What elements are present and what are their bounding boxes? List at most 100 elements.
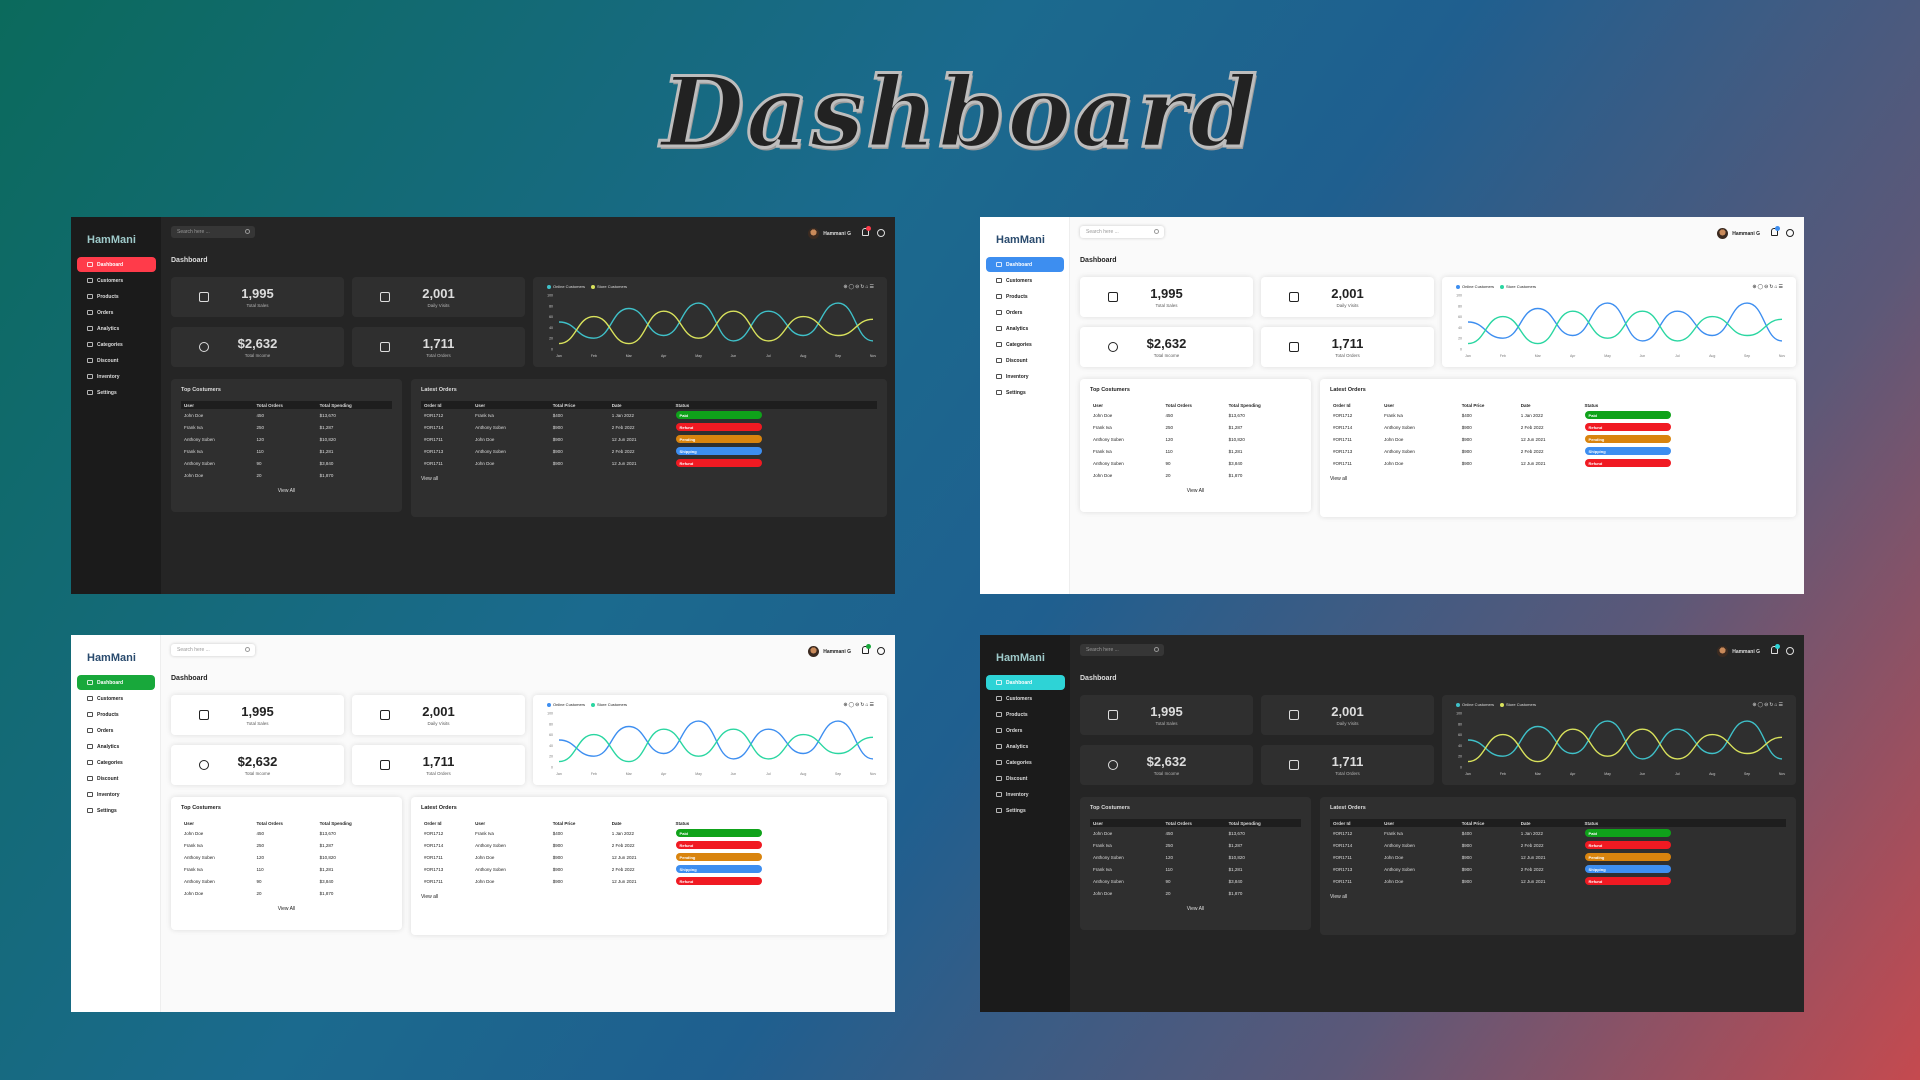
nav-item-inventory[interactable]: Inventory bbox=[986, 787, 1065, 802]
nav-item-customers[interactable]: Customers bbox=[986, 691, 1065, 706]
column-header: Date bbox=[611, 402, 622, 408]
user-menu[interactable]: Hammani G bbox=[1717, 646, 1760, 657]
gear-icon[interactable] bbox=[877, 647, 885, 655]
status-badge: Refund bbox=[1584, 841, 1671, 849]
nav-item-inventory[interactable]: Inventory bbox=[77, 787, 155, 802]
search-input[interactable]: Search here ... bbox=[171, 226, 255, 238]
nav-item-discount[interactable]: Discount bbox=[77, 353, 156, 368]
user-menu[interactable]: Hammani G bbox=[1717, 228, 1760, 239]
x-tick-label: Feb bbox=[1500, 354, 1506, 358]
table-cell: $3,840 bbox=[319, 460, 334, 466]
table-cell: 250 bbox=[1165, 424, 1173, 430]
stat-label: Total Orders bbox=[426, 771, 451, 776]
stat-label: Total Income bbox=[1153, 771, 1180, 776]
table-cell: $1,281 bbox=[1228, 448, 1243, 454]
nav-item-dashboard[interactable]: Dashboard bbox=[986, 675, 1065, 690]
table-cell: John Doe bbox=[184, 472, 204, 478]
x-tick-label: Jan bbox=[1465, 354, 1471, 358]
nav-item-categories[interactable]: Categories bbox=[986, 337, 1064, 352]
nav-item-categories[interactable]: Categories bbox=[986, 755, 1065, 770]
stat-card: 2,001 Daily Visits bbox=[1261, 277, 1434, 317]
gear-icon[interactable] bbox=[1786, 647, 1794, 655]
user-menu[interactable]: Hammani G bbox=[808, 228, 851, 239]
nav-item-settings[interactable]: Settings bbox=[986, 385, 1064, 400]
table-cell: $1,287 bbox=[1228, 424, 1243, 430]
table-cell: 12 Jun 2021 bbox=[1520, 460, 1546, 466]
nav-item-discount[interactable]: Discount bbox=[77, 771, 155, 786]
table-cell: #OR1712 bbox=[424, 412, 444, 418]
nav-item-products[interactable]: Products bbox=[986, 707, 1065, 722]
view-all-link[interactable]: View All bbox=[181, 488, 392, 494]
nav-item-customers[interactable]: Customers bbox=[986, 273, 1064, 288]
nav-item-products[interactable]: Products bbox=[77, 707, 155, 722]
x-tick-label: Aug bbox=[800, 772, 806, 776]
user-menu[interactable]: Hammani G bbox=[808, 646, 851, 657]
nav-item-discount[interactable]: Discount bbox=[986, 771, 1065, 786]
view-all-link[interactable]: View all bbox=[421, 476, 877, 482]
view-all-link[interactable]: View all bbox=[1330, 894, 1786, 900]
nav-item-analytics[interactable]: Analytics bbox=[986, 321, 1064, 336]
nav-item-discount[interactable]: Discount bbox=[986, 353, 1064, 368]
categories-icon bbox=[87, 342, 93, 347]
nav-item-analytics[interactable]: Analytics bbox=[77, 321, 156, 336]
page-title: Dashboard bbox=[1080, 257, 1117, 264]
nav-item-orders[interactable]: Orders bbox=[77, 723, 155, 738]
nav-item-settings[interactable]: Settings bbox=[77, 803, 155, 818]
search-input[interactable]: Search here ... bbox=[171, 644, 255, 656]
nav-item-analytics[interactable]: Analytics bbox=[986, 739, 1065, 754]
status-badge: Refund bbox=[675, 841, 762, 849]
nav-item-dashboard[interactable]: Dashboard bbox=[986, 257, 1064, 272]
table-cell: #OR1714 bbox=[1333, 424, 1353, 430]
gear-icon[interactable] bbox=[877, 229, 885, 237]
nav-item-orders[interactable]: Orders bbox=[986, 723, 1065, 738]
column-header: Total Price bbox=[552, 402, 576, 408]
nav-item-orders[interactable]: Orders bbox=[986, 305, 1064, 320]
column-header: Total Spending bbox=[1228, 402, 1261, 408]
x-tick-label: Apr bbox=[661, 772, 667, 776]
view-all-link[interactable]: View all bbox=[1330, 476, 1786, 482]
nav-item-dashboard[interactable]: Dashboard bbox=[77, 675, 155, 690]
nav-item-settings[interactable]: Settings bbox=[77, 385, 156, 400]
topbar: Search here ... Hammani G bbox=[161, 635, 895, 659]
view-all-link[interactable]: View all bbox=[421, 894, 877, 900]
stat-value: 1,711 bbox=[422, 754, 455, 769]
x-tick-label: Jul bbox=[1675, 354, 1680, 358]
user-name: Hammani G bbox=[1732, 648, 1760, 655]
view-all-link[interactable]: View All bbox=[1090, 488, 1301, 494]
table-cell: Frank Iva bbox=[1093, 448, 1112, 454]
search-input[interactable]: Search here ... bbox=[1080, 226, 1164, 238]
nav-item-products[interactable]: Products bbox=[986, 289, 1064, 304]
table-row: Frank Iva 250 $1,287 bbox=[181, 421, 392, 433]
nav-item-customers[interactable]: Customers bbox=[77, 691, 155, 706]
table-cell: $900 bbox=[552, 448, 563, 454]
nav-item-products[interactable]: Products bbox=[77, 289, 156, 304]
table-cell: 1 Jan 2022 bbox=[611, 830, 635, 836]
gear-icon[interactable] bbox=[1786, 229, 1794, 237]
table-cell: Frank Iva bbox=[475, 830, 494, 836]
stat-label: Total Income bbox=[1153, 353, 1180, 358]
nav-item-inventory[interactable]: Inventory bbox=[986, 369, 1064, 384]
nav-item-dashboard[interactable]: Dashboard bbox=[77, 257, 156, 272]
nav-item-customers[interactable]: Customers bbox=[77, 273, 156, 288]
table-row: John Doe 450 $13,670 bbox=[1090, 409, 1301, 421]
nav-item-analytics[interactable]: Analytics bbox=[77, 739, 155, 754]
table-cell: Anthony Soben bbox=[1384, 842, 1415, 848]
table-cell: Anthony Soben bbox=[184, 436, 215, 442]
top-customers-card: Top Costumers User Total Orders Total Spen… bbox=[1080, 797, 1311, 930]
nav-item-settings[interactable]: Settings bbox=[986, 803, 1065, 818]
search-input[interactable]: Search here ... bbox=[1080, 644, 1164, 656]
view-all-link[interactable]: View All bbox=[181, 906, 392, 912]
nav-item-categories[interactable]: Categories bbox=[77, 755, 155, 770]
nav-item-categories[interactable]: Categories bbox=[77, 337, 156, 352]
table-cell: $1,281 bbox=[319, 866, 334, 872]
column-header: User bbox=[475, 820, 486, 826]
y-tick-label: 100 bbox=[547, 294, 553, 298]
nav-item-orders[interactable]: Orders bbox=[77, 305, 156, 320]
settings-icon bbox=[87, 390, 93, 395]
view-all-link[interactable]: View All bbox=[1090, 906, 1301, 912]
discount-icon bbox=[87, 358, 93, 363]
table-cell: 120 bbox=[1165, 854, 1173, 860]
table-cell: 120 bbox=[1165, 436, 1173, 442]
nav-item-inventory[interactable]: Inventory bbox=[77, 369, 156, 384]
table-cell: $900 bbox=[552, 460, 563, 466]
